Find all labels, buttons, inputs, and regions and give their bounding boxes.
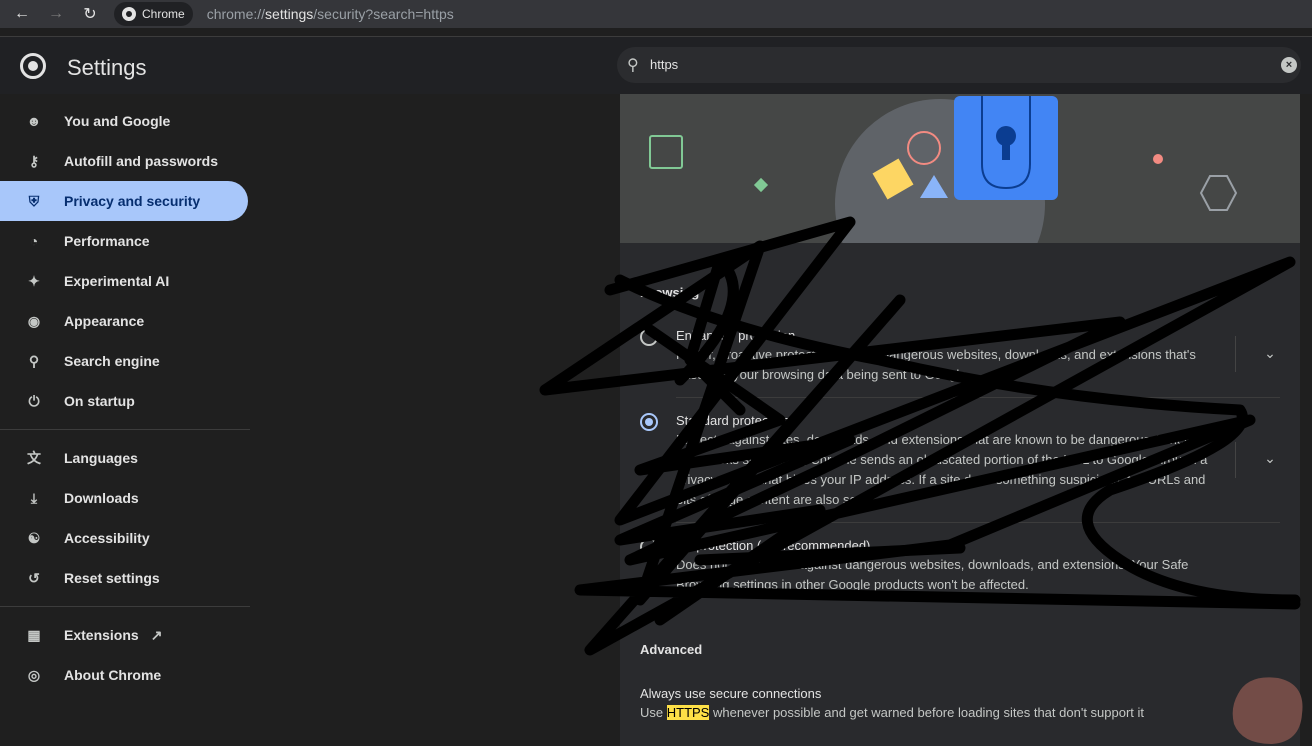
sidebar-item-label: Downloads [64,490,139,506]
sidebar-item-accessibility[interactable]: ☯ Accessibility [0,518,248,558]
url-scheme: chrome:// [206,6,266,22]
option-divider [676,397,1280,398]
sidebar-item-label: Appearance [64,313,145,329]
sidebar-item-label: Extensions [64,627,139,643]
browser-toolbar: ← → ↻ Chrome chrome://settings/security?… [0,0,1312,28]
sidebar-item-about[interactable]: ◎ About Chrome [0,655,248,695]
sidebar: ☻ You and Google ⚷ Autofill and passwords … [0,94,250,746]
option-description: Protects against sites, downloads, and e… [676,432,1208,507]
translate-icon: 文 [27,450,41,466]
address-bar[interactable]: chrome://settings/security?search=https [207,6,454,22]
forward-arrow-icon: → [48,5,64,22]
search-icon: ⚲ [28,352,40,369]
vertical-separator [1235,336,1236,372]
site-info-chip[interactable]: Chrome [114,2,193,26]
option-title: Standard protection [676,413,790,428]
option-divider [676,522,1280,523]
person-icon: ☻ [26,113,42,129]
clear-search-icon[interactable]: × [1281,57,1297,73]
reload-button[interactable]: ↻ [78,2,102,26]
back-arrow-icon: ← [14,5,30,22]
key-icon: ⚷ [28,152,40,169]
secure-connections-title: Always use secure connections [640,686,822,701]
sidebar-item-label: Languages [64,450,138,466]
extension-icon: ▦ [27,626,41,643]
chrome-icon: ◎ [27,666,41,683]
chevron-down-icon[interactable]: ⌄ [1260,450,1280,470]
settings-search-field[interactable]: ⚲ https × [617,47,1301,83]
sidebar-item-label: You and Google [64,113,171,129]
illustration-graphic [649,96,1238,243]
sidebar-item-label: Reset settings [64,570,160,586]
sidebar-item-label: Experimental AI [64,273,170,289]
sidebar-item-performance[interactable]: ◔ Performance [0,221,248,261]
sidebar-item-search-engine[interactable]: ⚲ Search engine [0,341,248,381]
sidebar-item-label: On startup [64,393,135,409]
vertical-separator [1235,442,1236,478]
sidebar-divider [0,606,250,607]
settings-header: Settings ⚲ https × [0,36,1312,94]
avatar-blob [1232,677,1303,744]
section-title-browsing: Browsing [640,285,700,300]
shield-icon: ⛨ [28,192,40,209]
option-title: Enhanced protection [676,328,796,343]
accessibility-icon: ☯ [27,529,41,546]
power-icon: ⏻ [28,392,40,409]
settings-window: ← → ↻ Chrome chrome://settings/security?… [0,0,1312,746]
chevron-down-icon[interactable]: ⌄ [1260,345,1280,365]
chrome-icon [122,7,136,21]
floating-avatar [1232,677,1303,744]
speedometer-icon: ◔ [29,233,39,249]
sidebar-item-downloads[interactable]: ⤓ Downloads [0,478,248,518]
chrome-logo-icon [20,53,46,79]
option-description: Faster, proactive protection against dan… [676,347,1196,382]
sidebar-item-label: Search engine [64,353,160,369]
sidebar-item-experimental-ai[interactable]: ✦ Experimental AI [0,261,248,301]
search-icon: ⚲ [627,57,639,74]
sparkle-icon: ✦ [28,272,40,289]
sidebar-item-label: Performance [64,233,150,249]
main-content: Browsing Enhanced protection Faster, pro… [620,94,1300,746]
back-button[interactable]: ← [10,2,34,26]
no-protection-radio[interactable] [640,538,658,556]
enhanced-protection-radio[interactable] [640,328,658,346]
palette-icon: ◉ [27,312,41,329]
page-title: Settings [67,55,147,80]
search-input[interactable]: https [650,57,678,72]
forward-button[interactable]: → [44,2,68,26]
chip-label: Chrome [142,7,185,21]
sidebar-item-reset[interactable]: ↺ Reset settings [0,558,248,598]
secure-connections-description: Use HTTPS whenever possible and get warn… [640,703,1240,723]
download-icon: ⤓ [30,489,38,506]
sidebar-item-label: Autofill and passwords [64,153,219,169]
sidebar-divider [0,429,250,430]
sidebar-item-label: Privacy and security [64,193,201,209]
sidebar-item-on-startup[interactable]: ⏻ On startup [0,381,248,421]
sidebar-item-autofill[interactable]: ⚷ Autofill and passwords [0,141,248,181]
option-title: No protection (not recommended) [676,538,871,553]
sidebar-item-appearance[interactable]: ◉ Appearance [0,301,248,341]
sidebar-item-label: About Chrome [64,667,162,683]
url-path: /security?search=https [313,6,454,22]
reset-icon: ↺ [28,569,40,586]
reload-icon: ↻ [83,6,97,23]
open-external-icon: ↗ [150,626,163,643]
option-description: Does not protect you against dangerous w… [676,557,1189,592]
sidebar-item-you-and-google[interactable]: ☻ You and Google [0,101,248,141]
desc-text-before: Use [640,705,667,720]
sidebar-item-privacy[interactable]: ⛨ Privacy and security [0,181,248,221]
sidebar-item-languages[interactable]: 文 Languages [0,438,248,478]
sidebar-item-label: Accessibility [64,530,150,546]
section-title-advanced: Advanced [640,642,703,657]
safe-browsing-card: Browsing Enhanced protection Faster, pro… [620,243,1300,746]
search-highlight: HTTPS [666,705,710,720]
url-host: settings [265,6,314,22]
desc-text-after: whenever possible and get warned before … [709,705,1145,720]
safe-browsing-illustration [620,94,1300,243]
sidebar-item-extensions[interactable]: ▦ Extensions ↗ [0,615,248,655]
standard-protection-radio[interactable] [640,413,658,431]
